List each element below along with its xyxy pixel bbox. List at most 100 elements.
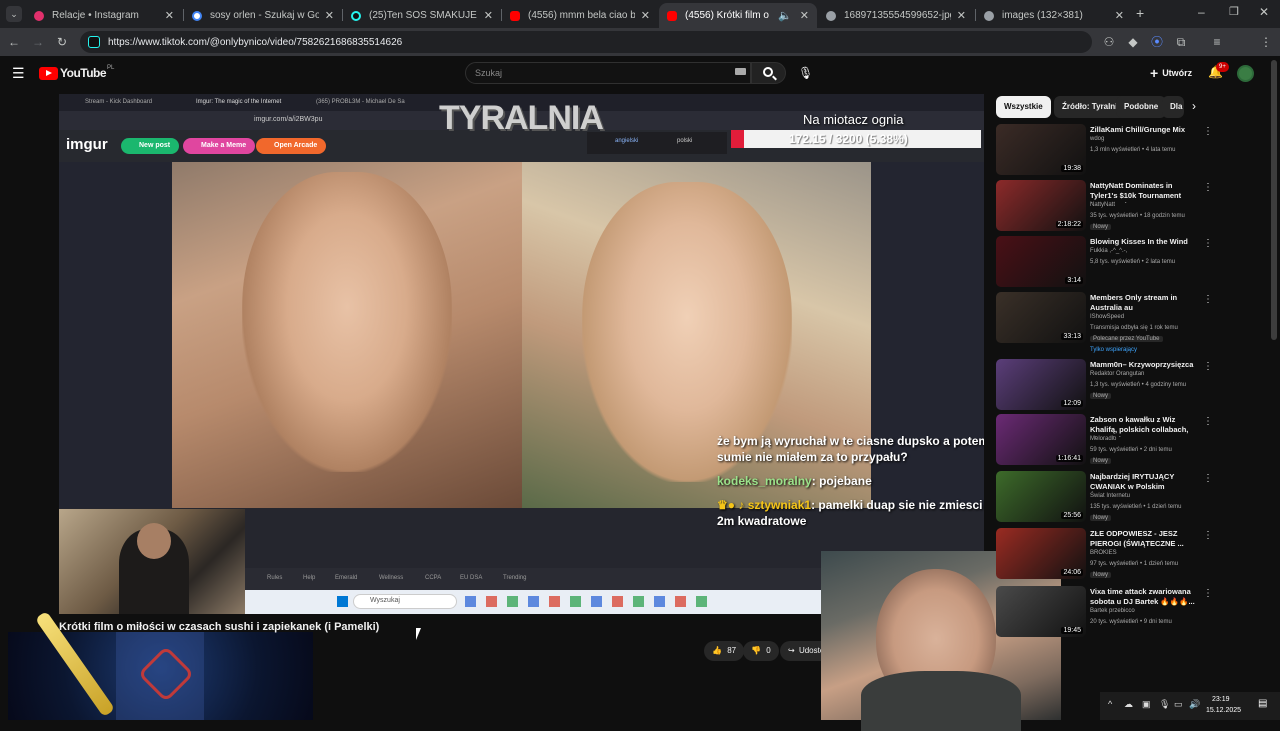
back-icon[interactable]: ←: [6, 34, 22, 50]
menu-kebab-icon[interactable]: ⋮: [1258, 34, 1274, 50]
microphone-icon[interactable]: 🎙: [1159, 699, 1170, 710]
close-window-icon[interactable]: ✕: [1259, 5, 1269, 19]
reload-icon[interactable]: ↻: [54, 34, 70, 50]
like-button[interactable]: 👍 87: [704, 641, 745, 661]
recommendation-title[interactable]: Members Only stream in Australia au: [1090, 293, 1198, 313]
browser-tab-images[interactable]: images (132×381) ✕: [976, 3, 1132, 28]
close-tab-icon[interactable]: ✕: [484, 9, 493, 22]
recommendation-title[interactable]: Zabson o kawałku z Wiz Khalifą, polskich…: [1090, 415, 1198, 437]
close-tab-icon[interactable]: ✕: [165, 9, 174, 22]
extension-icon[interactable]: ⦿: [1149, 34, 1165, 50]
video-thumbnail[interactable]: 33:13: [996, 292, 1086, 343]
volume-icon[interactable]: 🔊: [1189, 699, 1200, 710]
speaker-icon[interactable]: 🔈: [778, 9, 792, 22]
recommendation-title[interactable]: ZŁE ODPOWIESZ - JESZ PIEROGI (ŚWIĄTECZNE…: [1090, 529, 1198, 549]
clock-time[interactable]: 23:19: [1212, 696, 1230, 703]
network-icon[interactable]: ▭: [1174, 699, 1183, 710]
notification-center-icon[interactable]: ▤: [1258, 698, 1267, 709]
page-scrollbar[interactable]: [1271, 60, 1277, 340]
channel-name[interactable]: IShowSpeed: [1090, 314, 1124, 320]
restore-icon[interactable]: ❐: [1229, 5, 1239, 18]
channel-name[interactable]: BROKIES: [1090, 550, 1117, 556]
more-options-icon[interactable]: ⋮: [1203, 588, 1213, 599]
recommendation-item[interactable]: 25:56 Najbardziej IRYTUJĄCY CWANIAK w Pol…: [996, 471, 1213, 523]
keyboard-icon[interactable]: [735, 68, 746, 75]
recommendation-item[interactable]: 19:45 Vixa time attack zwariowana sobota …: [996, 586, 1213, 638]
channel-name[interactable]: wdog: [1090, 136, 1104, 142]
minimize-icon[interactable]: –: [1198, 5, 1205, 19]
close-tab-icon[interactable]: ✕: [957, 9, 966, 22]
youtube-logo[interactable]: YouTube PL: [39, 65, 114, 80]
recommendation-item[interactable]: 12:09 Mamm0n– Krzywoprzysięzca Redaktor Or…: [996, 359, 1213, 411]
extension-icon[interactable]: ◆: [1125, 34, 1141, 50]
tray-app-icon[interactable]: ☁: [1124, 699, 1133, 710]
browser-tab-google[interactable]: sosy orlen - Szukaj w Google ✕: [184, 3, 342, 28]
recommendation-item[interactable]: 1:16:41 Zabson o kawałku z Wiz Khalifą, p…: [996, 414, 1213, 466]
recommendation-item[interactable]: 24:06 ZŁE ODPOWIESZ - JESZ PIEROGI (ŚWIĄT…: [996, 528, 1213, 580]
more-options-icon[interactable]: ⋮: [1203, 361, 1213, 372]
browser-tab-instagram[interactable]: Relacje • Instagram ✕: [26, 3, 182, 28]
close-tab-icon[interactable]: ✕: [800, 9, 809, 22]
filter-chip-for-you[interactable]: Dla: [1162, 96, 1184, 118]
more-options-icon[interactable]: ⋮: [1203, 238, 1213, 249]
channel-name[interactable]: Fukkia ,-^_^.-,: [1090, 248, 1127, 254]
close-tab-icon[interactable]: ✕: [325, 9, 334, 22]
search-button[interactable]: [751, 62, 786, 84]
media-control-icon[interactable]: ≡: [1209, 34, 1225, 50]
clock-date[interactable]: 15.12.2025: [1206, 707, 1241, 714]
close-tab-icon[interactable]: ✕: [641, 9, 650, 22]
video-thumbnail[interactable]: 3:14: [996, 236, 1086, 287]
recommendation-item[interactable]: 3:14 Blowing Kisses In the Wind Fukkia ,-^…: [996, 236, 1213, 288]
video-thumbnail[interactable]: 25:56: [996, 471, 1086, 522]
more-options-icon[interactable]: ⋮: [1203, 530, 1213, 541]
tray-chevron-icon[interactable]: ^: [1108, 699, 1112, 709]
video-thumbnail[interactable]: 2:18:22: [996, 180, 1086, 231]
browser-tab-youtube-active[interactable]: (4556) Krótki film o miłości 🔈 ✕: [659, 3, 817, 28]
voice-search-icon[interactable]: 🎙: [798, 66, 813, 80]
channel-name[interactable]: Świat Internetu: [1090, 493, 1130, 499]
more-options-icon[interactable]: ⋮: [1203, 473, 1213, 484]
recommendation-title[interactable]: Vixa time attack zwariowana sobota u DJ …: [1090, 587, 1198, 607]
chevron-right-icon[interactable]: ›: [1192, 99, 1196, 113]
close-tab-icon[interactable]: ✕: [1115, 9, 1124, 22]
video-thumbnail[interactable]: 19:45: [996, 586, 1086, 637]
hamburger-menu-icon[interactable]: ☰: [12, 65, 25, 82]
recommendation-item[interactable]: 19:38 ZillaKami Chill/Grunge Mix wdog 1,3 m…: [996, 124, 1213, 176]
video-thumbnail[interactable]: 12:09: [996, 359, 1086, 410]
channel-name[interactable]: Meloradio: [1090, 436, 1116, 442]
recommendation-item[interactable]: 2:18:22 NattyNatt Dominates in Tyler1's $…: [996, 180, 1213, 232]
filter-chip-similar[interactable]: Podobne: [1116, 96, 1167, 118]
channel-name[interactable]: NattyNatt: [1090, 202, 1115, 208]
recommendation-item[interactable]: 33:13 Members Only stream in Australia au…: [996, 292, 1213, 353]
recommendation-title[interactable]: Najbardziej IRYTUJĄCY CWANIAK w Polskim …: [1090, 472, 1198, 494]
channel-name[interactable]: Bartek przebicco: [1090, 608, 1135, 614]
more-options-icon[interactable]: ⋮: [1203, 294, 1213, 305]
browser-tab-image-gallery[interactable]: 1689713555459965​2-jpg-galle ✕: [818, 3, 974, 28]
more-options-icon[interactable]: ⋮: [1203, 182, 1213, 193]
new-tab-icon[interactable]: +: [1136, 5, 1144, 21]
channel-name[interactable]: Redaktor Orangutan: [1090, 371, 1144, 377]
tab-search-button[interactable]: ⌄: [6, 6, 22, 22]
browser-tab-youtube-bella[interactable]: (4556) mmm bela ciao bella cia ✕: [502, 3, 658, 28]
extension-icon[interactable]: ⚇: [1101, 34, 1117, 50]
video-thumbnail[interactable]: 19:38: [996, 124, 1086, 175]
browser-tab-tiktok[interactable]: (25)Ten SOS SMAKUJE jak KEN ✕: [343, 3, 501, 28]
extensions-puzzle-icon[interactable]: ⧉: [1173, 34, 1189, 50]
video-thumbnail[interactable]: 24:06: [996, 528, 1086, 579]
recommendation-title[interactable]: ZillaKami Chill/Grunge Mix: [1090, 125, 1198, 135]
account-avatar[interactable]: [1237, 65, 1254, 82]
search-input[interactable]: Szukaj: [465, 62, 751, 84]
dislike-button[interactable]: 👎 0: [743, 641, 779, 661]
filter-chip-all[interactable]: Wszystkie: [996, 96, 1051, 118]
share-button[interactable]: ↪ Udostę: [780, 641, 821, 661]
site-info-icon[interactable]: [88, 36, 100, 48]
recommendation-title[interactable]: Mamm0n– Krzywoprzysięzca: [1090, 360, 1198, 370]
recommendation-title[interactable]: NattyNatt Dominates in Tyler1's $10k Tou…: [1090, 181, 1198, 203]
tray-app-icon[interactable]: ▣: [1142, 699, 1151, 710]
more-options-icon[interactable]: ⋮: [1203, 126, 1213, 137]
video-thumbnail[interactable]: 1:16:41: [996, 414, 1086, 465]
more-options-icon[interactable]: ⋮: [1203, 416, 1213, 427]
recommendation-title[interactable]: Blowing Kisses In the Wind: [1090, 237, 1198, 247]
address-bar[interactable]: https://www.tiktok.com/@onlybynico/video…: [80, 31, 1092, 53]
forward-icon[interactable]: →: [30, 34, 46, 50]
